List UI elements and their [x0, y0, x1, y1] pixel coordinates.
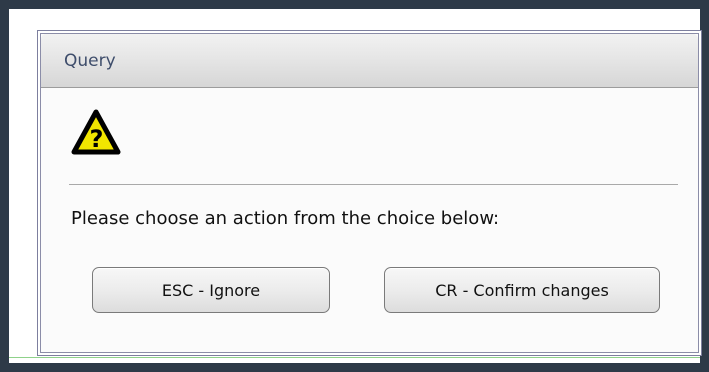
dialog-separator	[69, 184, 678, 185]
background-strip	[9, 357, 700, 363]
svg-text:?: ?	[90, 125, 104, 153]
ignore-button[interactable]: ESC - Ignore	[92, 267, 330, 313]
background-line	[9, 357, 700, 358]
dialog-body: Query ? Please choose an action from the…	[40, 33, 699, 353]
query-dialog: Query ? Please choose an action from the…	[37, 30, 702, 356]
dialog-title: Query	[64, 51, 116, 71]
warning-question-icon: ?	[71, 109, 121, 155]
confirm-changes-button[interactable]: CR - Confirm changes	[384, 267, 660, 313]
dialog-message: Please choose an action from the choice …	[71, 208, 500, 229]
dialog-titlebar[interactable]: Query	[41, 34, 698, 88]
